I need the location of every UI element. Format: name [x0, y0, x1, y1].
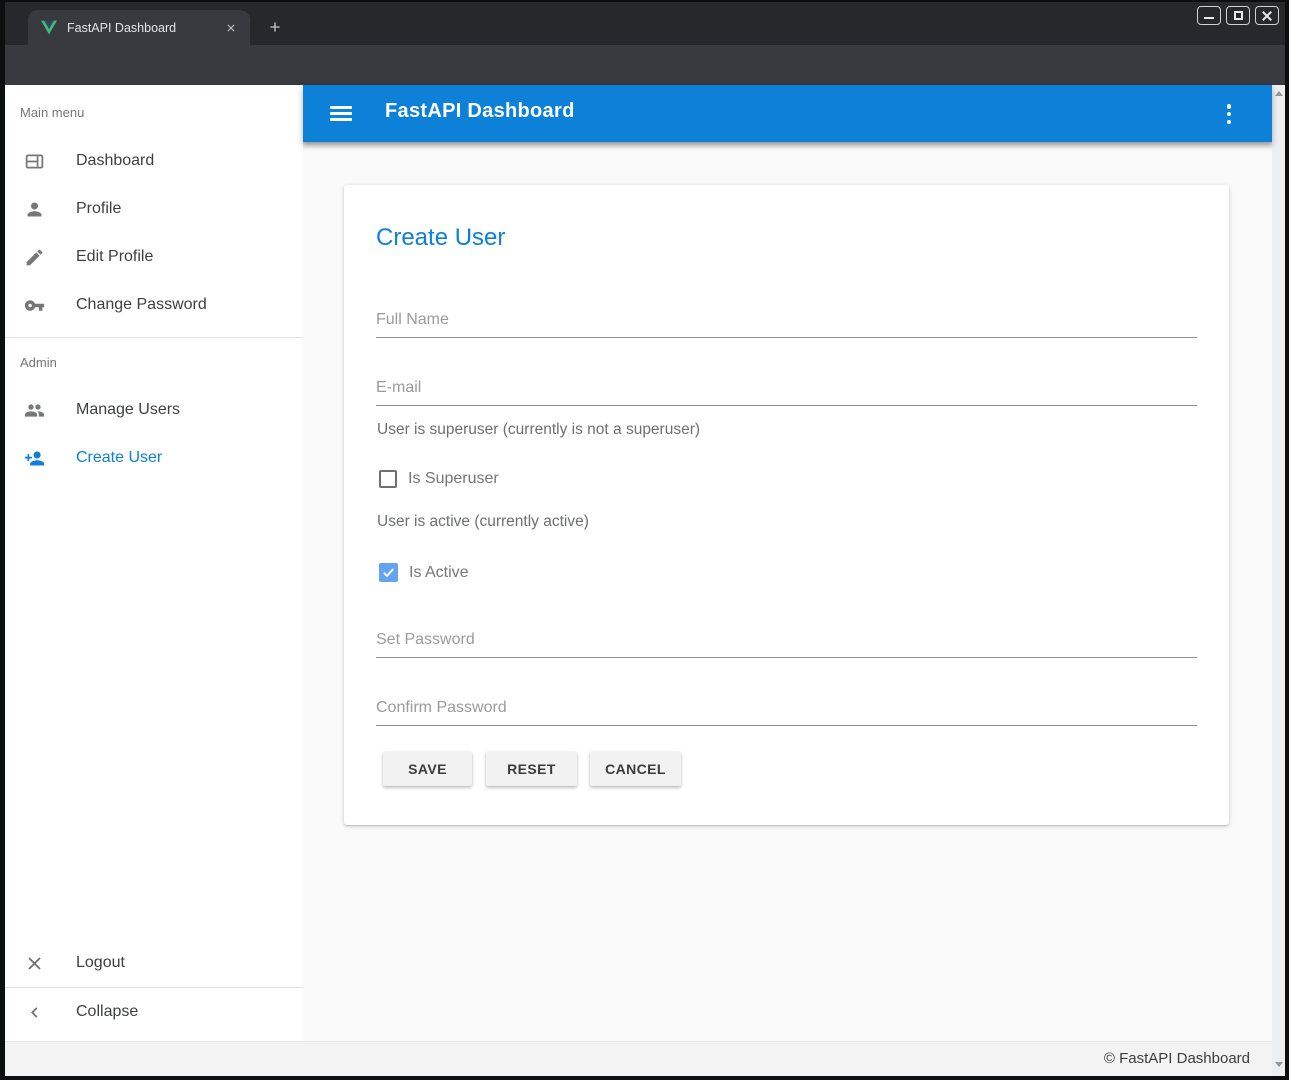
appbar-shadow — [303, 142, 1272, 149]
maximize-button[interactable] — [1226, 6, 1250, 25]
sidebar-item-logout[interactable]: Logout — [5, 939, 303, 987]
sidebar-item-create-user[interactable]: Create User — [5, 434, 303, 482]
close-icon — [24, 953, 45, 974]
dashboard-icon — [24, 151, 45, 172]
people-icon — [24, 400, 45, 421]
sidebar-item-collapse[interactable]: Collapse — [5, 988, 303, 1036]
sidebar-caption-admin: Admin — [20, 355, 57, 370]
vue-favicon-icon — [41, 20, 57, 35]
sidebar-item-label: Logout — [76, 954, 125, 972]
checkmark-icon — [381, 565, 396, 580]
person-add-icon — [24, 448, 45, 469]
sidebar-item-label: Change Password — [76, 296, 207, 314]
superuser-note: User is superuser (currently is not a su… — [377, 421, 700, 439]
minimize-button[interactable] — [1197, 6, 1221, 25]
browser-toolbar: localhost/main/admin/users/create — [5, 45, 1285, 85]
form-title: Create User — [376, 224, 505, 252]
new-tab-button[interactable] — [263, 15, 287, 39]
sidebar-divider — [5, 337, 303, 338]
page-footer: © FastAPI Dashboard — [5, 1041, 1272, 1076]
create-user-card: Create User User is superuser (currently… — [344, 185, 1229, 825]
superuser-checkbox[interactable] — [379, 470, 397, 488]
active-checkbox-row: Is Active — [379, 563, 469, 582]
pencil-icon — [24, 247, 45, 268]
set-password-input[interactable] — [376, 618, 1197, 658]
menu-hamburger-icon[interactable] — [330, 106, 352, 121]
confirm-password-input[interactable] — [376, 686, 1197, 726]
copyright-text: © FastAPI Dashboard — [1104, 1042, 1250, 1076]
active-note: User is active (currently active) — [377, 513, 589, 531]
tab-title: FastAPI Dashboard — [67, 21, 222, 35]
tab-close-icon[interactable] — [222, 19, 240, 37]
sidebar-item-label: Edit Profile — [76, 248, 153, 266]
scrollbar-down-icon[interactable] — [1275, 1062, 1283, 1067]
browser-tab[interactable]: FastAPI Dashboard — [28, 10, 250, 45]
app-title: FastAPI Dashboard — [385, 100, 575, 123]
reset-button[interactable]: RESET — [486, 752, 577, 786]
sidebar-caption-main: Main menu — [20, 105, 84, 120]
active-checkbox[interactable] — [379, 563, 398, 582]
sidebar-item-label: Collapse — [76, 1003, 138, 1021]
sidebar: Main menu Dashboard Profile Edit Profile… — [5, 85, 303, 1041]
sidebar-item-manage-users[interactable]: Manage Users — [5, 386, 303, 434]
app-bar: FastAPI Dashboard — [303, 85, 1272, 142]
save-button[interactable]: SAVE — [383, 752, 472, 786]
email-input[interactable] — [376, 366, 1197, 406]
sidebar-item-profile[interactable]: Profile — [5, 185, 303, 233]
sidebar-item-dashboard[interactable]: Dashboard — [5, 137, 303, 185]
sidebar-item-label: Dashboard — [76, 152, 154, 170]
superuser-checkbox-row: Is Superuser — [379, 470, 499, 488]
chevron-left-icon — [24, 1002, 45, 1023]
sidebar-item-label: Profile — [76, 200, 121, 218]
browser-window: FastAPI Dashboard localhost/main/admin/u… — [0, 0, 1289, 1080]
window-controls — [1197, 6, 1279, 25]
active-checkbox-label: Is Active — [409, 564, 469, 582]
full-name-input[interactable] — [376, 298, 1197, 338]
superuser-checkbox-label: Is Superuser — [408, 470, 499, 488]
app-menu-icon[interactable] — [1222, 104, 1236, 124]
page-scrollbar[interactable] — [1272, 85, 1285, 1076]
scrollbar-up-icon[interactable] — [1275, 91, 1283, 96]
sidebar-item-edit-profile[interactable]: Edit Profile — [5, 233, 303, 281]
key-icon — [24, 295, 45, 316]
tab-strip: FastAPI Dashboard — [5, 2, 1285, 45]
cancel-button[interactable]: CANCEL — [590, 752, 681, 786]
close-window-button[interactable] — [1255, 6, 1279, 25]
person-icon — [24, 199, 45, 220]
sidebar-item-label: Create User — [76, 449, 162, 467]
sidebar-item-label: Manage Users — [76, 401, 180, 419]
sidebar-item-change-password[interactable]: Change Password — [5, 281, 303, 329]
